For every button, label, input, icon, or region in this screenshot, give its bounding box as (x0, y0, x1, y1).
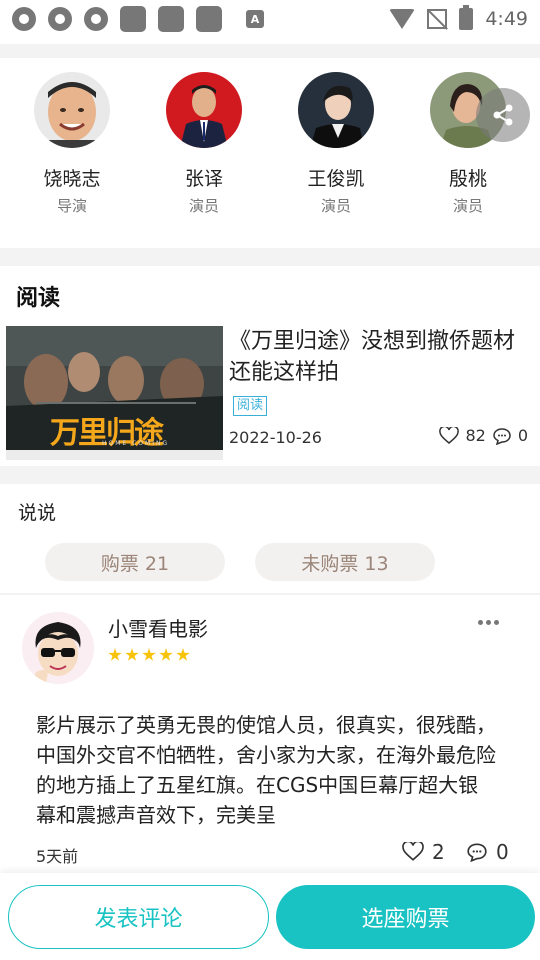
comment-time: 5天前 (36, 847, 79, 866)
star-icon (159, 648, 173, 661)
battery-icon (459, 5, 474, 30)
article-comment-count: 0 (517, 426, 528, 445)
comment-reply-button[interactable]: 0 (466, 840, 509, 864)
cast-role: 导演 (56, 197, 87, 215)
cast-member[interactable]: 饶晓志 导演 (6, 58, 138, 248)
chrome-icon (12, 7, 36, 31)
cast-avatar (166, 72, 242, 148)
rating-stars (108, 648, 190, 662)
cast-role: 演员 (188, 197, 219, 215)
a-icon: A (246, 10, 264, 28)
article-card[interactable]: 万里归途 HOME COMING 《万里归途》没想到撤侨题材还能这样拍 阅读 2… (6, 322, 534, 462)
filter-not-purchased[interactable]: 未购票 13 (255, 543, 435, 581)
comment-like-button[interactable]: 2 (402, 840, 445, 864)
chrome-icon (48, 7, 72, 31)
article-tag: 阅读 (233, 396, 268, 416)
status-bar: A 4:49 (0, 0, 540, 38)
divider (0, 593, 540, 595)
comment-reply-count: 0 (496, 840, 509, 864)
heart-icon[interactable] (439, 426, 460, 445)
no-sim-icon (427, 9, 448, 29)
star-icon (142, 648, 156, 661)
cast-avatar (34, 72, 110, 148)
notification-icons: A (12, 6, 264, 32)
app-notification-icon (196, 6, 222, 32)
write-review-button[interactable]: 发表评论 (8, 885, 269, 949)
cast-list: 饶晓志 导演 张译 演员 王俊凯 演员 殷桃 演员 (0, 58, 540, 248)
cast-role: 演员 (452, 197, 483, 215)
article-date: 2022-10-26 (229, 428, 322, 447)
comment-text[interactable]: 影片展示了英勇无畏的使馆人员，很真实，很残酷，中国外交官不怕牺牲，舍小家为大家，… (36, 710, 496, 830)
share-icon (493, 104, 513, 126)
article-stats: 82 0 (439, 426, 528, 445)
section-divider (0, 44, 540, 58)
section-divider (0, 248, 540, 266)
cast-name: 饶晓志 (43, 168, 101, 190)
share-button[interactable] (476, 88, 530, 142)
cast-role: 演员 (320, 197, 351, 215)
wifi-icon (389, 9, 416, 29)
star-icon (125, 648, 139, 661)
star-icon (108, 648, 122, 661)
commenter-avatar[interactable] (22, 612, 94, 684)
article-title[interactable]: 《万里归途》没想到撤侨题材还能这样拍 (229, 326, 529, 388)
reading-section-title: 阅读 (16, 286, 61, 311)
thumbnail-subtitle: HOME COMING (102, 440, 170, 447)
comment-icon (467, 843, 487, 862)
cast-name: 张译 (184, 168, 223, 190)
more-options-icon[interactable] (478, 620, 499, 625)
cast-member[interactable]: 殷桃 演员 (402, 58, 534, 248)
star-icon (176, 648, 190, 661)
chrome-icon (84, 7, 108, 31)
bottom-action-bar: 发表评论 选座购票 (0, 873, 540, 960)
comment-icon[interactable] (492, 427, 512, 445)
buy-tickets-button[interactable]: 选座购票 (276, 885, 535, 949)
article-like-count: 82 (465, 426, 486, 445)
filter-purchased[interactable]: 购票 21 (45, 543, 225, 581)
cast-name: 王俊凯 (307, 168, 365, 190)
app-notification-icon (120, 6, 146, 32)
cast-member[interactable]: 张译 演员 (138, 58, 270, 248)
section-divider (0, 466, 540, 484)
heart-icon (402, 842, 424, 861)
comments-section-title: 说说 (18, 502, 57, 524)
article-thumbnail: 万里归途 HOME COMING (6, 326, 223, 460)
cast-member[interactable]: 王俊凯 演员 (270, 58, 402, 248)
commenter-name[interactable]: 小雪看电影 (108, 613, 208, 642)
status-time: 4:49 (485, 8, 528, 30)
app-notification-icon (158, 6, 184, 32)
comment-like-count: 2 (432, 840, 445, 864)
cast-name: 殷桃 (448, 168, 487, 190)
cast-avatar (298, 72, 374, 148)
